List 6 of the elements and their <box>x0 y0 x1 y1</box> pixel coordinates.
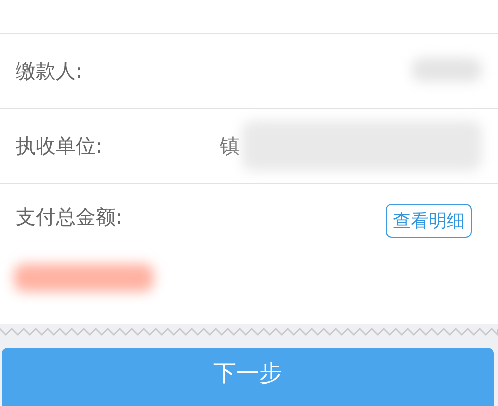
field-label: 缴款人: <box>15 58 84 84</box>
field-value: 镇 <box>220 132 240 160</box>
field-label: 支付总金额: <box>15 204 124 231</box>
next-step-button[interactable]: 下一步 <box>2 348 494 406</box>
field-label: 执收单位: <box>15 132 104 160</box>
view-details-button[interactable]: 查看明细 <box>386 204 472 238</box>
